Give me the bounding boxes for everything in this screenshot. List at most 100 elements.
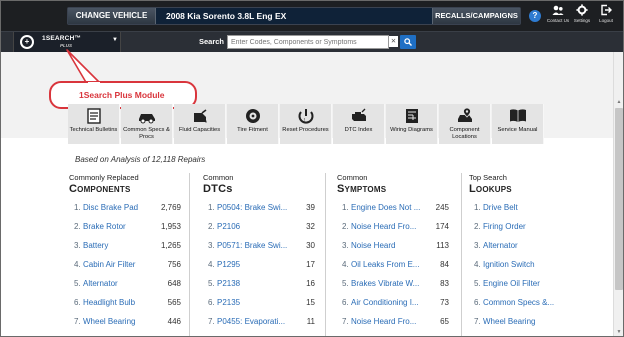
column-title: Symptoms <box>337 183 387 195</box>
item-link[interactable]: P2138 <box>217 274 240 293</box>
tool-tire-fitment[interactable]: Tire Fitment <box>227 104 279 144</box>
module-selector[interactable]: + 1SEARCH™ PLUS ▼ <box>13 32 121 53</box>
item-link[interactable]: P1295 <box>217 255 240 274</box>
item-number: 1. <box>208 203 215 212</box>
item-link[interactable]: Noise Heard <box>351 236 395 255</box>
list-item[interactable]: 3. P0571: Brake Swi... 30 <box>203 236 321 255</box>
item-count: 1,953 <box>160 222 181 231</box>
item-link[interactable]: Firing Order <box>483 217 526 236</box>
item-link[interactable]: Brake Rotor <box>83 217 126 236</box>
search-input[interactable] <box>227 35 389 49</box>
logout-button[interactable]: Logout <box>593 4 619 24</box>
list-item[interactable]: 3. Noise Heard 113 <box>337 236 457 255</box>
vertical-scrollbar[interactable]: ▲ ▼ <box>613 52 623 336</box>
item-link[interactable]: P0455: Evaporati... <box>217 312 285 331</box>
tool-reset-procedures[interactable]: ! Reset Procedures <box>280 104 332 144</box>
item-link[interactable]: Headlight Bulb <box>83 293 135 312</box>
tool-service-manual[interactable]: Service Manual <box>492 104 544 144</box>
search-button[interactable] <box>400 35 416 49</box>
settings-button[interactable]: Settings <box>569 4 595 24</box>
change-vehicle-button[interactable]: CHANGE VEHICLE <box>68 8 156 24</box>
list-item[interactable]: 1. Disc Brake Pad 2,769 <box>69 198 185 217</box>
item-link[interactable]: Battery <box>83 236 108 255</box>
list-item[interactable]: 1. P0504: Brake Swi... 39 <box>203 198 321 217</box>
item-link[interactable]: Air Conditioning I... <box>351 293 419 312</box>
logout-label: Logout <box>599 18 613 23</box>
item-count: 113 <box>436 241 449 250</box>
search-label: Search <box>199 37 225 46</box>
gear-icon <box>569 4 595 18</box>
item-link[interactable]: Disc Brake Pad <box>83 198 138 217</box>
item-link[interactable]: Engine Does Not ... <box>351 198 420 217</box>
list-item[interactable]: 4. Cabin Air Filter 756 <box>69 255 185 274</box>
contact-us-button[interactable]: Contact Us <box>545 4 571 24</box>
item-link[interactable]: P0504: Brake Swi... <box>217 198 287 217</box>
item-link[interactable]: Wheel Bearing <box>483 312 535 331</box>
item-link[interactable]: Brakes Vibrate W... <box>351 274 419 293</box>
item-link[interactable]: Noise Heard Fro... <box>351 217 416 236</box>
list-item[interactable]: 7. P0455: Evaporati... 11 <box>203 312 321 331</box>
item-link[interactable]: Engine Oil Filter <box>483 274 540 293</box>
tool-label: Technical Bulletins <box>69 127 118 133</box>
list-item[interactable]: 5. Brakes Vibrate W... 83 <box>337 274 457 293</box>
item-link[interactable]: Drive Belt <box>483 198 518 217</box>
list-item[interactable]: 6. Headlight Bulb 565 <box>69 293 185 312</box>
list-item[interactable]: 1. Drive Belt <box>469 198 609 217</box>
list-item[interactable]: 6. Air Conditioning I... 73 <box>337 293 457 312</box>
tool-dtc-index[interactable]: DTC Index <box>333 104 385 144</box>
item-number: 4. <box>474 260 481 269</box>
item-link[interactable]: Noise Heard Fro... <box>351 312 416 331</box>
list-item[interactable]: 5. Engine Oil Filter <box>469 274 609 293</box>
item-number: 2. <box>74 222 81 231</box>
list-item[interactable]: 3. Battery 1,265 <box>69 236 185 255</box>
item-number: 7. <box>208 317 215 326</box>
chevron-down-icon: ▼ <box>112 37 118 43</box>
list-item[interactable]: 4. Ignition Switch <box>469 255 609 274</box>
scroll-down-arrow-icon[interactable]: ▼ <box>614 328 623 336</box>
list-item[interactable]: 2. Firing Order <box>469 217 609 236</box>
list-item[interactable]: 7. Noise Heard Fro... 65 <box>337 312 457 331</box>
help-icon[interactable]: ? <box>529 10 541 22</box>
list-item[interactable]: 4. Oil Leaks From E... 84 <box>337 255 457 274</box>
logout-icon <box>593 4 619 18</box>
list-item[interactable]: 2. Brake Rotor 1,953 <box>69 217 185 236</box>
scroll-thumb[interactable] <box>615 108 623 290</box>
tool-wiring-diagrams[interactable]: Wiring Diagrams <box>386 104 438 144</box>
tool-fluid-capacities[interactable]: Fluid Capacities <box>174 104 226 144</box>
item-number: 6. <box>74 298 81 307</box>
list-item[interactable]: 2. P2106 32 <box>203 217 321 236</box>
list-item[interactable]: 5. P2138 16 <box>203 274 321 293</box>
item-link[interactable]: Alternator <box>483 236 518 255</box>
item-link[interactable]: Cabin Air Filter <box>83 255 135 274</box>
tool-technical-bulletins[interactable]: Technical Bulletins <box>68 104 120 144</box>
dtcs-list: 1. P0504: Brake Swi... 39 2. P2106 32 3. P057… <box>203 198 321 331</box>
item-link[interactable]: P0571: Brake Swi... <box>217 236 287 255</box>
item-link[interactable]: P2135 <box>217 293 240 312</box>
item-link[interactable]: Alternator <box>83 274 118 293</box>
search-logo-icon: + <box>20 35 34 49</box>
tool-common-specs[interactable]: Common Specs & Procs <box>121 104 173 144</box>
item-link[interactable]: Ignition Switch <box>483 255 535 274</box>
item-link[interactable]: Common Specs &... <box>483 293 554 312</box>
item-number: 7. <box>342 317 349 326</box>
list-item[interactable]: 3. Alternator <box>469 236 609 255</box>
list-item[interactable]: 1. Engine Does Not ... 245 <box>337 198 457 217</box>
clear-icon[interactable]: ✕ <box>389 36 398 47</box>
item-number: 7. <box>74 317 81 326</box>
list-item[interactable]: 7. Wheel Bearing 446 <box>69 312 185 331</box>
list-item[interactable]: 7. Wheel Bearing <box>469 312 609 331</box>
list-item[interactable]: 2. Noise Heard Fro... 174 <box>337 217 457 236</box>
item-number: 4. <box>208 260 215 269</box>
scroll-up-arrow-icon[interactable]: ▲ <box>614 98 623 106</box>
recalls-campaigns-button[interactable]: RECALLS/CAMPAIGNS <box>432 8 520 24</box>
list-item[interactable]: 5. Alternator 648 <box>69 274 185 293</box>
list-item[interactable]: 6. Common Specs &... <box>469 293 609 312</box>
top-bar: CHANGE VEHICLE 2008 Kia Sorento 3.8L Eng… <box>1 1 623 31</box>
list-item[interactable]: 4. P1295 17 <box>203 255 321 274</box>
tool-component-locations[interactable]: Component Locations <box>439 104 491 144</box>
item-link[interactable]: Oil Leaks From E... <box>351 255 419 274</box>
list-item[interactable]: 6. P2135 15 <box>203 293 321 312</box>
item-link[interactable]: P2106 <box>217 217 240 236</box>
item-link[interactable]: Wheel Bearing <box>83 312 135 331</box>
item-count: 16 <box>306 279 315 288</box>
